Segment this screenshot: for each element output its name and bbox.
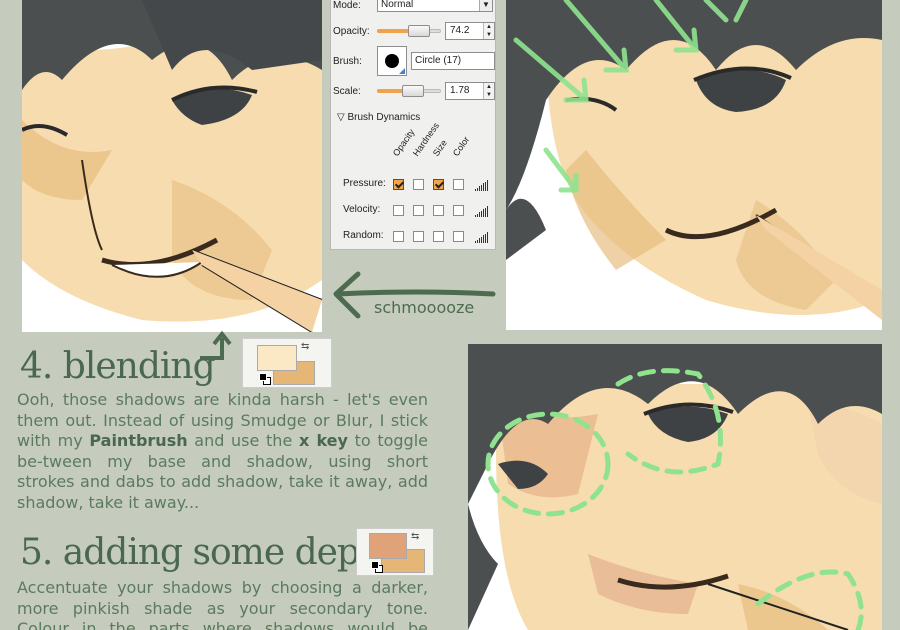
- illustration-step4-strokes: [506, 0, 882, 330]
- dynamics-row-label: Random:: [343, 230, 384, 241]
- column-color: Color: [450, 134, 472, 158]
- arrow-caption: schmooooze: [374, 298, 475, 317]
- scale-label: Scale:: [333, 85, 361, 97]
- scale-slider[interactable]: [377, 85, 441, 97]
- default-colors-icon[interactable]: [371, 561, 379, 569]
- brush-dynamics-header: Brush Dynamics: [347, 112, 421, 123]
- dynamics-row-label: Velocity:: [343, 204, 381, 215]
- mode-dropdown[interactable]: Normal ▼: [377, 0, 493, 12]
- sensitivity-ramp-icon[interactable]: [475, 205, 489, 217]
- dynamics-checkbox[interactable]: [413, 205, 424, 216]
- spin-down-icon[interactable]: ▼: [483, 31, 494, 39]
- brush-preview[interactable]: [377, 46, 407, 76]
- collapse-triangle-icon: ▽: [337, 112, 345, 123]
- brush-dynamics-toggle[interactable]: ▽ Brush Dynamics: [337, 112, 420, 123]
- swap-colors-icon[interactable]: ⇆: [411, 531, 419, 542]
- color-swatch-depth[interactable]: ⇆: [356, 528, 434, 576]
- dynamics-checkbox[interactable]: [413, 231, 424, 242]
- section-body-blending: Ooh, those shadows are kinda harsh - let…: [17, 390, 428, 512]
- dynamics-checkbox[interactable]: [433, 231, 444, 242]
- dynamics-checkbox[interactable]: [453, 231, 464, 242]
- dynamics-checkbox[interactable]: [433, 179, 444, 190]
- brush-dot-icon: [385, 54, 399, 68]
- column-size: Size: [430, 137, 450, 158]
- mode-row: Mode: Normal ▼: [331, 0, 495, 16]
- brush-label: Brush:: [333, 56, 362, 67]
- scale-value: 1.78: [450, 85, 470, 96]
- primary-color-swatch[interactable]: [257, 345, 297, 371]
- mode-value: Normal: [381, 0, 414, 10]
- illustration-step3: [22, 0, 322, 332]
- default-colors-icon[interactable]: [259, 373, 267, 381]
- dynamics-checkbox[interactable]: [393, 231, 404, 242]
- scale-input[interactable]: 1.78 ▲ ▼: [445, 82, 495, 100]
- opacity-label: Opacity:: [333, 25, 370, 37]
- sensitivity-ramp-icon[interactable]: [475, 231, 489, 243]
- dynamics-checkbox[interactable]: [413, 179, 424, 190]
- dynamics-checkbox[interactable]: [393, 205, 404, 216]
- opacity-input[interactable]: 74.2 ▲ ▼: [445, 22, 495, 40]
- dynamics-checkbox[interactable]: [433, 205, 444, 216]
- brush-name-field[interactable]: Circle (17): [411, 52, 495, 70]
- opacity-row: Opacity: 74.2 ▲ ▼: [331, 20, 495, 42]
- opacity-slider[interactable]: [377, 25, 441, 37]
- opacity-value: 74.2: [450, 25, 470, 36]
- section-title-depth: 5. adding some depth: [20, 532, 396, 573]
- brush-tool-panel: Mode: Normal ▼ Opacity: 74.2 ▲ ▼ Brush: …: [330, 0, 496, 250]
- dynamics-checkbox[interactable]: [453, 179, 464, 190]
- dynamics-checkbox[interactable]: [393, 179, 404, 190]
- chevron-down-icon: ▼: [479, 0, 492, 11]
- dynamics-checkbox[interactable]: [453, 205, 464, 216]
- spin-up-icon[interactable]: ▲: [483, 83, 494, 91]
- face-drawing-3: [468, 344, 882, 630]
- spin-down-icon[interactable]: ▼: [483, 91, 494, 99]
- section-title-blending: 4. blending: [20, 346, 216, 387]
- swap-colors-icon[interactable]: ⇆: [301, 341, 309, 352]
- spin-up-icon[interactable]: ▲: [483, 23, 494, 31]
- mode-label: Mode:: [333, 0, 361, 11]
- illustration-step5: [468, 344, 882, 630]
- scale-row: Scale: 1.78 ▲ ▼: [331, 80, 495, 102]
- face-drawing-2: [506, 0, 882, 330]
- section-body-depth: Accentuate your shadows by choosing a da…: [17, 578, 428, 630]
- opacity-slider-thumb[interactable]: [408, 25, 431, 37]
- dynamics-row-label: Pressure:: [343, 178, 386, 189]
- sensitivity-ramp-icon[interactable]: [475, 179, 489, 191]
- corner-triangle-icon: [399, 68, 405, 74]
- face-drawing-1: [22, 0, 322, 332]
- color-swatch-blending[interactable]: ⇆: [242, 338, 332, 388]
- scale-slider-thumb[interactable]: [402, 85, 425, 97]
- primary-color-swatch[interactable]: [369, 533, 407, 559]
